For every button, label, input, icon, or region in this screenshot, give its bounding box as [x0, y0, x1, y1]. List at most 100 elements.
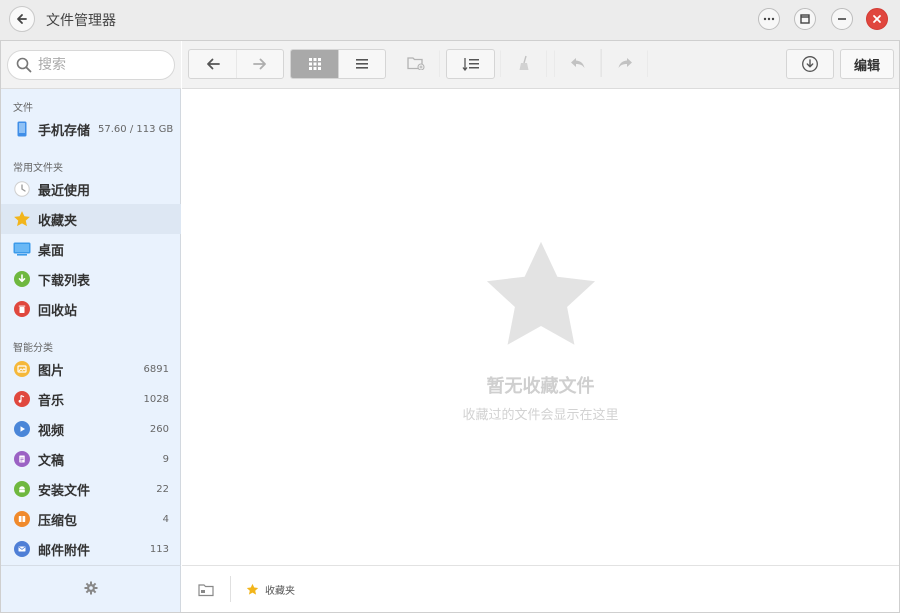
image-icon [13, 360, 31, 378]
item-count: 22 [156, 483, 169, 495]
grid-view-button[interactable] [291, 50, 338, 78]
sidebar-item-label: 压缩包 [38, 513, 78, 529]
status-bar: 收藏夹 [182, 565, 899, 612]
item-count: 113 [149, 543, 169, 555]
item-count: 6891 [143, 363, 169, 375]
settings-button[interactable] [84, 580, 98, 599]
folder-toggle-button[interactable] [198, 582, 214, 601]
empty-state-subtitle: 收藏过的文件会显示在这里 [462, 408, 619, 423]
sidebar: 文件 手机存储 57.60 / 113 GB 常用文件夹 最近使用 收藏夹 [1, 41, 181, 612]
new-folder-button[interactable] [393, 49, 440, 77]
grid-icon [308, 58, 321, 70]
download-icon [13, 270, 31, 288]
close-icon [873, 15, 881, 23]
share-forward-button[interactable] [601, 49, 648, 77]
sort-icon [461, 58, 479, 71]
sidebar-item-label: 安装文件 [38, 483, 91, 499]
sidebar-item-archives[interactable]: 压缩包 4 [1, 504, 181, 534]
sidebar-item-videos[interactable]: 视频 260 [1, 414, 181, 444]
music-icon [13, 390, 31, 408]
sidebar-item-recent[interactable]: 最近使用 [1, 174, 181, 204]
item-count: 1028 [143, 393, 169, 405]
arrow-right-icon [253, 58, 266, 70]
sidebar-item-label: 邮件附件 [38, 543, 91, 559]
sidebar-item-favorites[interactable]: 收藏夹 [1, 204, 181, 234]
sidebar-item-mail-attachments[interactable]: 邮件附件 113 [1, 534, 181, 564]
document-icon [13, 450, 31, 468]
toolbar: 编辑 [182, 41, 899, 89]
reply-icon [570, 58, 584, 68]
app-title: 文件管理器 [46, 13, 116, 29]
section-label-files: 文件 [13, 103, 33, 114]
edit-button[interactable]: 编辑 [840, 49, 894, 79]
search-box[interactable] [7, 50, 175, 80]
sidebar-item-label: 手机存储 [38, 123, 91, 139]
gear-icon [84, 581, 98, 594]
sidebar-item-documents[interactable]: 文稿 9 [1, 444, 181, 474]
sidebar-item-trash[interactable]: 回收站 [1, 294, 181, 324]
more-options-button[interactable] [758, 8, 780, 30]
sidebar-item-phone-storage[interactable]: 手机存储 57.60 / 113 GB [1, 114, 181, 144]
sidebar-item-music[interactable]: 音乐 1028 [1, 384, 181, 414]
search-area [1, 41, 181, 89]
clock-icon [13, 180, 31, 198]
list-icon [356, 59, 368, 69]
file-manager-window: 文件 手机存储 57.60 / 113 GB 常用文件夹 最近使用 收藏夹 [0, 40, 900, 613]
clean-button[interactable] [500, 49, 547, 77]
section-label-common-folders: 常用文件夹 [13, 163, 63, 174]
minimize-icon [838, 18, 846, 20]
star-icon [246, 583, 259, 595]
sidebar-item-label: 视频 [38, 423, 65, 439]
close-button[interactable] [866, 8, 888, 30]
search-input[interactable] [38, 57, 158, 73]
search-icon [16, 57, 32, 73]
sort-button[interactable] [447, 50, 494, 78]
arrow-left-icon [206, 58, 220, 70]
more-icon [763, 17, 775, 21]
mail-icon [13, 540, 31, 558]
download-button[interactable] [787, 50, 833, 78]
download-circle-icon [802, 56, 818, 72]
breadcrumb[interactable]: 收藏夹 [246, 582, 295, 597]
minimize-button[interactable] [831, 8, 853, 30]
sidebar-item-label: 桌面 [38, 243, 65, 259]
status-divider [230, 576, 231, 602]
title-back-button[interactable] [9, 6, 35, 32]
sidebar-item-label: 下载列表 [38, 273, 91, 289]
sidebar-item-images[interactable]: 图片 6891 [1, 354, 181, 384]
title-bar: 文件管理器 [0, 0, 900, 40]
download-group [786, 49, 834, 79]
sidebar-item-label: 最近使用 [38, 183, 91, 199]
breadcrumb-label: 收藏夹 [265, 586, 295, 597]
storage-size: 57.60 / 113 GB [98, 123, 174, 135]
sidebar-item-label: 收藏夹 [38, 213, 78, 229]
sidebar-item-label: 文稿 [38, 453, 65, 469]
clean-group [500, 49, 547, 79]
file-list-area: 暂无收藏文件 收藏过的文件会显示在这里 [182, 89, 899, 565]
forward-button[interactable] [236, 50, 283, 78]
maximize-button[interactable] [794, 8, 816, 30]
sidebar-item-label: 图片 [38, 363, 65, 379]
sidebar-item-install-files[interactable]: 安装文件 22 [1, 474, 181, 504]
sort-group [446, 49, 495, 79]
history-nav-group [188, 49, 284, 79]
android-icon [13, 480, 31, 498]
item-count: 4 [162, 513, 169, 525]
forward-share-icon [618, 58, 632, 68]
item-count: 260 [149, 423, 169, 435]
sidebar-item-label: 音乐 [38, 393, 65, 409]
item-count: 9 [162, 453, 169, 465]
new-folder-group [393, 49, 440, 79]
folder-icon [198, 584, 214, 597]
sidebar-item-desktop[interactable]: 桌面 [1, 234, 181, 264]
sidebar-item-downloads[interactable]: 下载列表 [1, 264, 181, 294]
video-icon [13, 420, 31, 438]
back-button[interactable] [189, 50, 236, 78]
list-view-button[interactable] [338, 50, 385, 78]
view-mode-group [290, 49, 386, 79]
reply-button[interactable] [554, 49, 601, 77]
phone-icon [13, 120, 31, 138]
maximize-icon [800, 14, 810, 24]
sidebar-item-label: 回收站 [38, 303, 78, 319]
desktop-icon [13, 240, 31, 258]
